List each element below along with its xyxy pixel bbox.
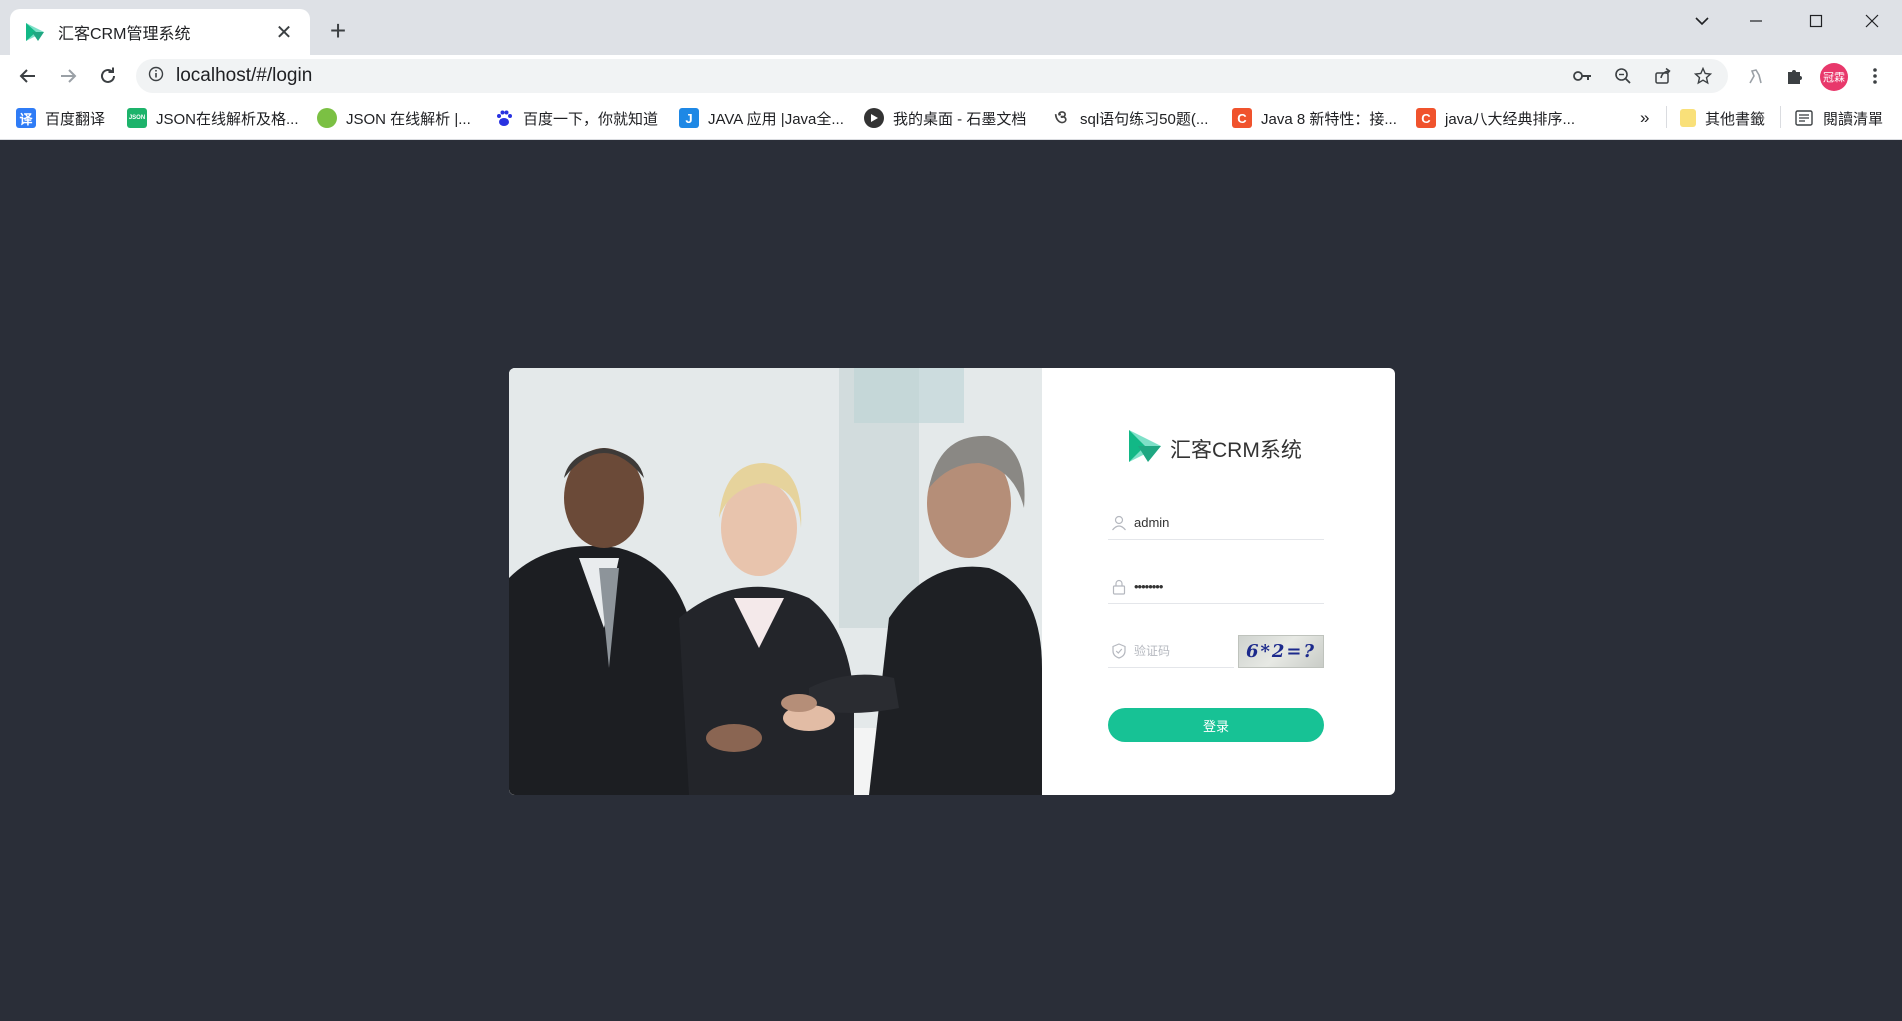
- huike-logo-icon: [24, 21, 46, 43]
- bookmark-item[interactable]: ও sql语句练习50题(...: [1051, 106, 1208, 130]
- zoom-out-icon[interactable]: [1608, 64, 1638, 88]
- bookmark-label: JSON 在线解析 |...: [346, 110, 471, 128]
- bookmark-item[interactable]: 百度一下，你就知道: [494, 106, 658, 130]
- bookmark-item[interactable]: J JAVA 应用 |Java全...: [679, 106, 844, 130]
- bookmark-label: 百度翻译: [45, 110, 106, 128]
- bookmark-item[interactable]: 译 百度翻译: [16, 106, 105, 130]
- shimo-icon: [864, 108, 884, 128]
- reading-list-icon: [1794, 108, 1814, 128]
- captcha-placeholder: 验证码: [1134, 644, 1171, 658]
- bookmark-star-icon[interactable]: [1688, 64, 1718, 88]
- json-online-icon: [317, 108, 337, 128]
- address-bar[interactable]: localhost/#/login: [136, 59, 1728, 93]
- user-icon: [1108, 512, 1130, 534]
- password-field[interactable]: ••••••••: [1108, 570, 1324, 604]
- reading-list-button[interactable]: 閱讀清單: [1794, 106, 1883, 130]
- baidu-paw-icon: [494, 108, 514, 128]
- forward-icon[interactable]: [52, 61, 84, 91]
- bookmark-label: JSON在线解析及格...: [156, 110, 299, 128]
- kebab-menu-icon[interactable]: [1860, 61, 1890, 91]
- login-card: 汇客CRM系统 admin •••••••• 验证码 6*2=? 登录: [509, 368, 1395, 795]
- login-button[interactable]: 登录: [1108, 708, 1324, 742]
- close-window-icon[interactable]: [1852, 6, 1892, 36]
- business-meeting-photo: [509, 368, 1042, 795]
- url-text: localhost/#/login: [176, 65, 313, 86]
- bookmark-label: JAVA 应用 |Java全...: [708, 110, 844, 128]
- bookmarks-bar: 译 百度翻译 JSON JSON在线解析及格... JSON 在线解析 |...…: [0, 97, 1902, 140]
- csdn-icon: C: [1232, 108, 1252, 128]
- extensions-puzzle-icon[interactable]: [1780, 61, 1810, 91]
- bookmarks-divider: [1666, 106, 1667, 128]
- tab-close-icon[interactable]: ✕: [272, 20, 296, 45]
- info-icon[interactable]: [148, 66, 164, 87]
- other-bookmarks-folder[interactable]: 其他書籤: [1680, 106, 1765, 130]
- reading-list-label: 閱讀清單: [1823, 110, 1884, 128]
- profile-avatar[interactable]: 冠霖: [1820, 63, 1848, 91]
- json-icon: JSON: [127, 108, 147, 128]
- login-form: 汇客CRM系统 admin •••••••• 验证码 6*2=? 登录: [1042, 368, 1395, 795]
- bookmark-label: 百度一下，你就知道: [523, 110, 659, 128]
- back-icon[interactable]: [12, 61, 44, 91]
- reload-icon[interactable]: [92, 61, 124, 91]
- more-bookmarks-button[interactable]: »: [1640, 106, 1649, 130]
- csdn-icon: C: [1416, 108, 1436, 128]
- tab-strip: 汇客CRM管理系统 ✕ +: [0, 0, 1902, 55]
- brand-header: 汇客CRM系统: [1128, 428, 1302, 469]
- bookmark-item[interactable]: C Java 8 新特性：接...: [1232, 106, 1397, 130]
- bookmark-item[interactable]: JSON JSON在线解析及格...: [127, 106, 299, 130]
- other-bookmarks-label: 其他書籤: [1705, 110, 1766, 128]
- key-icon[interactable]: [1568, 64, 1598, 88]
- bookmark-item[interactable]: C java八大经典排序...: [1416, 106, 1575, 130]
- minimize-icon[interactable]: [1736, 6, 1776, 36]
- bookmark-label: Java 8 新特性：接...: [1261, 110, 1397, 128]
- login-page: 汇客CRM系统 admin •••••••• 验证码 6*2=? 登录: [0, 140, 1902, 1021]
- captcha-image[interactable]: 6*2=?: [1238, 635, 1324, 668]
- bookmark-label: java八大经典排序...: [1445, 110, 1576, 128]
- browser-tab-active[interactable]: 汇客CRM管理系统 ✕: [10, 9, 310, 55]
- brand-title: 汇客CRM系统: [1170, 438, 1302, 462]
- shield-check-icon: [1108, 640, 1130, 662]
- sql-icon: ও: [1054, 106, 1068, 127]
- browser-toolbar: localhost/#/login 冠霖: [0, 55, 1902, 97]
- lock-icon: [1108, 576, 1130, 598]
- username-value: admin: [1134, 515, 1170, 530]
- maximize-icon[interactable]: [1796, 6, 1836, 36]
- java-app-icon: J: [679, 108, 699, 128]
- baidu-translate-icon: 译: [16, 108, 36, 128]
- huike-logo-icon: [1128, 428, 1162, 469]
- folder-icon: [1680, 109, 1696, 127]
- bookmark-item[interactable]: JSON 在线解析 |...: [317, 106, 471, 130]
- tab-title: 汇客CRM管理系统: [58, 26, 191, 43]
- bookmark-label: sql语句练习50题(...: [1080, 110, 1209, 128]
- extension-figure-icon[interactable]: [1740, 61, 1770, 91]
- new-tab-button[interactable]: +: [322, 16, 354, 46]
- captcha-field[interactable]: 验证码: [1108, 634, 1234, 668]
- bookmark-label: 我的桌面 - 石墨文档: [893, 110, 1027, 128]
- bookmarks-divider: [1780, 106, 1781, 128]
- username-field[interactable]: admin: [1108, 506, 1324, 540]
- bookmark-item[interactable]: 我的桌面 - 石墨文档: [864, 106, 1026, 130]
- password-value: ••••••••: [1134, 579, 1163, 594]
- share-icon[interactable]: [1648, 64, 1678, 88]
- tab-search-icon[interactable]: [1682, 6, 1722, 36]
